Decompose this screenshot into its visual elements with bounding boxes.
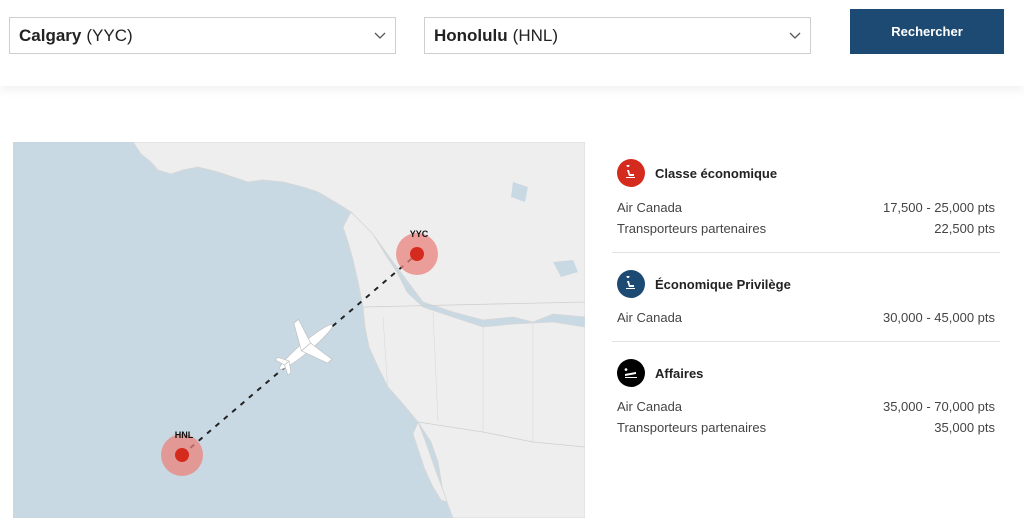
fare-section-premium-economy: Économique Privilège Air Canada 30,000 -… — [612, 253, 1000, 342]
fare-points: 35,000 - 70,000 pts — [882, 399, 995, 414]
map-canvas: YYC HNL — [13, 142, 585, 518]
fare-carrier: Air Canada — [617, 399, 683, 414]
destination-select[interactable]: Honolulu (HNL) — [424, 17, 811, 54]
destination-marker-dot — [175, 448, 189, 462]
fare-row: Transporteurs partenaires 35,000 pts — [617, 420, 995, 435]
fare-row: Air Canada 35,000 - 70,000 pts — [617, 399, 995, 414]
fare-section-economy: Classe économique Air Canada 17,500 - 25… — [612, 142, 1000, 253]
route-map: YYC HNL — [13, 142, 585, 518]
fare-row: Transporteurs partenaires 22,500 pts — [617, 221, 995, 236]
fare-points: 35,000 pts — [934, 420, 995, 435]
search-bar: Calgary (YYC) Honolulu (HNL) Rechercher — [0, 0, 1024, 86]
origin-city: Calgary — [19, 25, 82, 45]
origin-marker-dot — [410, 247, 424, 261]
fare-row: Air Canada 30,000 - 45,000 pts — [617, 310, 995, 325]
fare-panel: Classe économique Air Canada 17,500 - 25… — [612, 142, 1000, 462]
origin-code: (YYC) — [86, 25, 133, 45]
premium-seat-icon — [617, 270, 645, 298]
fare-section-title: Affaires — [655, 365, 704, 381]
lie-flat-seat-icon — [617, 359, 645, 387]
fare-section-header: Économique Privilège — [617, 270, 791, 298]
fare-section-title: Classe économique — [655, 165, 778, 181]
economy-seat-icon — [617, 159, 645, 187]
fare-carrier: Air Canada — [617, 200, 683, 215]
fare-section-header: Classe économique — [617, 159, 777, 187]
search-button[interactable]: Rechercher — [850, 9, 1004, 54]
destination-city: Honolulu — [434, 25, 508, 45]
fare-points: 22,500 pts — [934, 221, 995, 236]
fare-section-business: Affaires Air Canada 35,000 - 70,000 pts … — [612, 342, 1000, 462]
chevron-down-icon — [374, 32, 386, 39]
fare-carrier: Air Canada — [617, 310, 683, 325]
fare-carrier: Transporteurs partenaires — [617, 221, 767, 236]
destination-marker-label: HNL — [175, 430, 194, 440]
origin-marker-label: YYC — [410, 229, 429, 239]
origin-select[interactable]: Calgary (YYC) — [9, 17, 396, 54]
fare-row: Air Canada 17,500 - 25,000 pts — [617, 200, 995, 215]
fare-points: 17,500 - 25,000 pts — [882, 200, 995, 215]
fare-carrier: Transporteurs partenaires — [617, 420, 767, 435]
destination-code: (HNL) — [512, 25, 558, 45]
chevron-down-icon — [789, 32, 801, 39]
fare-section-title: Économique Privilège — [655, 276, 791, 292]
fare-points: 30,000 - 45,000 pts — [882, 310, 995, 325]
fare-section-header: Affaires — [617, 359, 703, 387]
